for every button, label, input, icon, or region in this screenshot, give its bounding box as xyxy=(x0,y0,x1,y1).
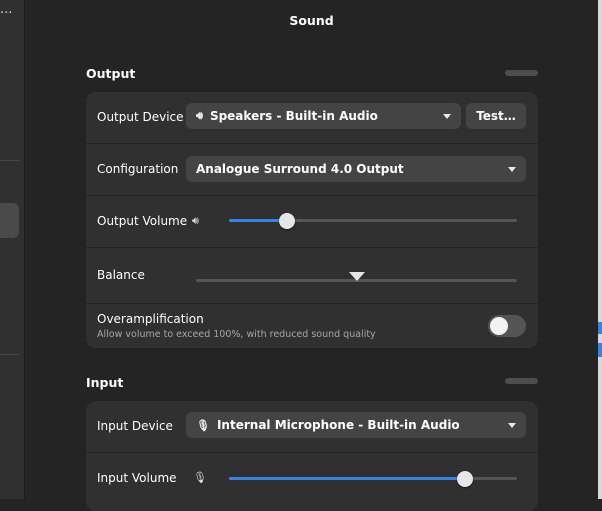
output-device-dropdown[interactable]: 🔊︎ Speakers - Built-in Audio xyxy=(186,103,461,129)
microphone-icon: 🎙︎ xyxy=(196,418,210,432)
output-card: Output Device 🔊︎ Speakers - Built-in Aud… xyxy=(86,92,538,348)
input-device-dropdown[interactable]: 🎙︎ Internal Microphone - Built-in Audio xyxy=(186,412,526,438)
output-level-indicator xyxy=(505,70,538,76)
overamplification-label: Overamplification xyxy=(97,312,204,326)
sidebar: ··· xyxy=(0,0,25,499)
chevron-down-icon xyxy=(508,166,516,172)
microphone-icon: 🎙︎ xyxy=(193,471,207,484)
output-volume-row: Output Volume 🔊︎ xyxy=(86,195,538,247)
balance-row: Balance xyxy=(86,247,538,304)
sidebar-divider xyxy=(0,160,19,161)
balance-label: Balance xyxy=(97,268,145,282)
input-card: Input Device 🎙︎ Internal Microphone - Bu… xyxy=(86,401,538,511)
input-device-value: Internal Microphone - Built-in Audio xyxy=(216,418,460,432)
output-section-title: Output xyxy=(86,66,136,81)
sidebar-item-selected[interactable] xyxy=(0,203,19,238)
speaker-icon: 🔊︎ xyxy=(192,214,199,227)
overamplification-description: Allow volume to exceed 100%, with reduce… xyxy=(97,329,376,340)
input-device-row: Input Device 🎙︎ Internal Microphone - Bu… xyxy=(86,401,538,452)
input-section-title: Input xyxy=(86,375,124,390)
switch-knob xyxy=(490,317,508,335)
window-title: Sound xyxy=(289,13,334,28)
slider-fill xyxy=(229,477,466,480)
configuration-dropdown[interactable]: Analogue Surround 4.0 Output xyxy=(186,156,526,182)
background-accent xyxy=(598,343,602,357)
input-device-label: Input Device xyxy=(97,419,173,433)
overamplification-switch[interactable] xyxy=(488,315,526,337)
test-button[interactable]: Test… xyxy=(466,103,526,129)
slider-knob[interactable] xyxy=(457,471,474,487)
output-volume-slider[interactable] xyxy=(229,213,517,229)
chevron-down-icon xyxy=(508,422,516,428)
slider-knob[interactable] xyxy=(348,272,365,281)
input-volume-row: Input Volume 🎙︎ xyxy=(86,452,538,511)
configuration-label: Configuration xyxy=(97,162,179,176)
output-volume-label: Output Volume xyxy=(97,214,188,228)
output-device-row: Output Device 🔊︎ Speakers - Built-in Aud… xyxy=(86,92,538,143)
input-level-indicator xyxy=(505,378,538,384)
overamplification-row: Overamplification Allow volume to exceed… xyxy=(86,303,538,348)
slider-fill xyxy=(229,219,287,222)
slider-knob[interactable] xyxy=(278,213,295,229)
chevron-down-icon xyxy=(443,113,451,119)
background-accent xyxy=(598,322,602,334)
input-volume-label: Input Volume xyxy=(97,471,177,485)
more-dots-icon[interactable]: ··· xyxy=(0,6,12,21)
output-device-label: Output Device xyxy=(97,110,184,124)
configuration-row: Configuration Analogue Surround 4.0 Outp… xyxy=(86,143,538,195)
input-volume-slider[interactable] xyxy=(229,471,517,487)
speaker-icon: 🔊︎ xyxy=(196,109,203,122)
output-device-value: Speakers - Built-in Audio xyxy=(209,109,378,123)
header-bar: Sound xyxy=(25,0,598,42)
sidebar-divider xyxy=(0,354,19,355)
background-window-edge xyxy=(598,0,602,499)
configuration-value: Analogue Surround 4.0 Output xyxy=(196,162,404,176)
balance-slider[interactable] xyxy=(196,272,517,287)
